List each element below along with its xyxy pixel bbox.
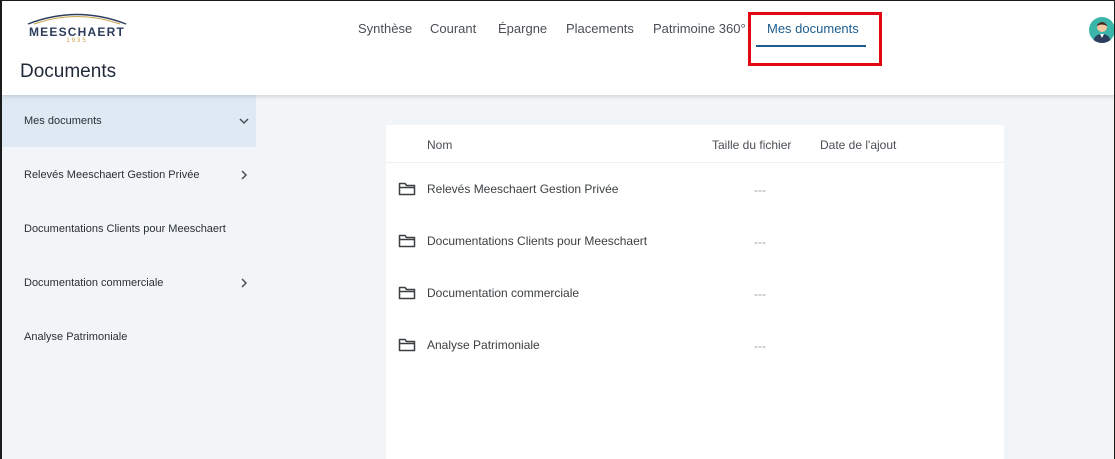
- folder-icon: [398, 338, 416, 352]
- sidebar-item-label: Analyse Patrimoniale: [24, 331, 128, 343]
- tab-placements[interactable]: Placements: [566, 21, 634, 36]
- tab-synthese[interactable]: Synthèse: [358, 21, 412, 36]
- column-header-date[interactable]: Date de l'ajout: [820, 138, 896, 152]
- row-size: ---: [754, 287, 766, 301]
- sidebar-item-label: Documentation commerciale: [24, 277, 164, 289]
- sidebar: Mes documents Relevés Meeschaert Gestion…: [2, 95, 256, 459]
- top-header: MEESCHAERT 1935 Documents Synthèse Coura…: [2, 1, 1114, 95]
- table-row[interactable]: Analyse Patrimoniale ---: [386, 321, 1004, 373]
- row-name: Analyse Patrimoniale: [427, 338, 540, 352]
- page-title: Documents: [20, 61, 117, 82]
- sidebar-item-label: Relevés Meeschaert Gestion Privée: [24, 169, 200, 181]
- chevron-right-icon: [241, 170, 248, 180]
- row-name: Documentation commerciale: [427, 286, 580, 300]
- row-size: ---: [754, 339, 766, 353]
- folder-icon: [398, 234, 416, 248]
- tab-epargne[interactable]: Épargne: [498, 21, 547, 36]
- sidebar-item-documentations-clients[interactable]: Documentations Clients pour Meeschaert: [2, 203, 256, 255]
- sidebar-item-label: Mes documents: [24, 115, 102, 127]
- sidebar-item-releves[interactable]: Relevés Meeschaert Gestion Privée: [2, 149, 256, 201]
- row-size: ---: [754, 235, 766, 249]
- tab-patrimoine-360[interactable]: Patrimoine 360°: [653, 21, 746, 36]
- column-header-name[interactable]: Nom: [427, 138, 452, 152]
- brand-logo[interactable]: MEESCHAERT 1935: [24, 11, 130, 45]
- documents-table: Nom Taille du fichier Date de l'ajout Re…: [386, 125, 1004, 459]
- row-name: Documentations Clients pour Meeschaert: [427, 234, 648, 248]
- brand-year: 1935: [66, 38, 88, 44]
- header-divider: [386, 162, 1004, 163]
- highlight-annotation: [748, 12, 882, 66]
- sidebar-item-analyse-patrimoniale[interactable]: Analyse Patrimoniale: [2, 311, 256, 363]
- column-header-size[interactable]: Taille du fichier: [712, 138, 791, 152]
- sidebar-item-label: Documentations Clients pour Meeschaert: [24, 223, 226, 235]
- row-size: ---: [754, 183, 766, 197]
- sidebar-item-mes-documents[interactable]: Mes documents: [2, 95, 256, 147]
- logo-arc-icon: [27, 13, 127, 25]
- row-name: Relevés Meeschaert Gestion Privée: [427, 182, 619, 196]
- user-avatar-icon: [1093, 22, 1111, 43]
- chevron-right-icon: [241, 278, 248, 288]
- brand-name: MEESCHAERT: [28, 25, 125, 39]
- folder-icon: [398, 286, 416, 300]
- tab-courant[interactable]: Courant: [430, 21, 476, 36]
- user-avatar[interactable]: [1089, 17, 1114, 43]
- app-window: MEESCHAERT 1935 Documents Synthèse Coura…: [0, 0, 1115, 459]
- table-row[interactable]: Documentation commerciale ---: [386, 269, 1004, 321]
- table-row[interactable]: Relevés Meeschaert Gestion Privée ---: [386, 165, 1004, 217]
- chevron-down-icon: [239, 118, 249, 125]
- folder-icon: [398, 182, 416, 196]
- table-row[interactable]: Documentations Clients pour Meeschaert -…: [386, 217, 1004, 269]
- sidebar-item-documentation-commerciale[interactable]: Documentation commerciale: [2, 257, 256, 309]
